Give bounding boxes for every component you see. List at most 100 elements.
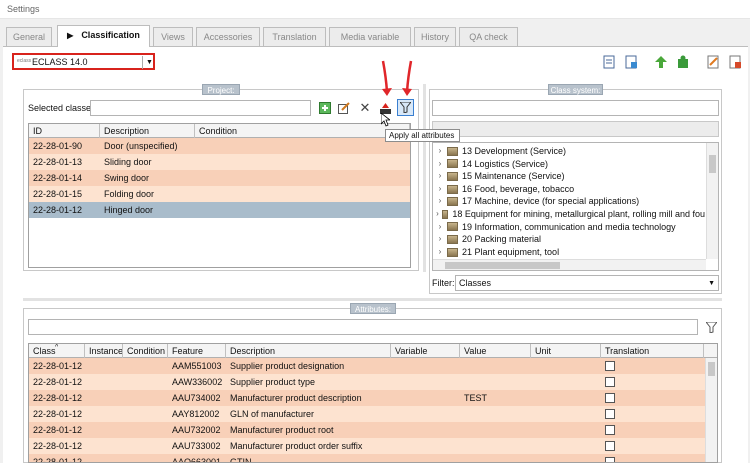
translation-checkbox[interactable] (605, 377, 615, 387)
table-row-selected[interactable]: 22-28-01-12 Hinged door (29, 202, 410, 218)
column-header-feature[interactable]: Feature (168, 344, 226, 358)
cell-value[interactable] (460, 374, 531, 390)
add-class-icon[interactable] (317, 100, 333, 116)
cell-unit[interactable] (531, 358, 601, 374)
tree-horizontal-scrollbar[interactable] (433, 259, 706, 270)
tab-qa-check[interactable]: QA check (459, 27, 518, 46)
tab-history[interactable]: History (414, 27, 456, 46)
filter-select[interactable]: Classes ▼ (455, 275, 719, 291)
puzzle-icon[interactable] (675, 54, 691, 70)
selected-classes-input[interactable] (90, 100, 311, 116)
filter-icon[interactable] (703, 319, 719, 335)
tree-item[interactable]: › 15 Maintenance (Service) (435, 170, 705, 183)
column-header-condition[interactable]: Condition (123, 344, 168, 358)
cell-variable[interactable] (391, 374, 460, 390)
vertical-splitter[interactable] (423, 84, 426, 272)
settings-doc-icon[interactable] (727, 54, 743, 70)
cell-unit[interactable] (531, 406, 601, 422)
table-row[interactable]: 22-28-01-12 AAM551003 Supplier product des… (29, 358, 717, 374)
expand-icon[interactable]: › (435, 195, 445, 208)
cell-unit[interactable] (531, 374, 601, 390)
table-row[interactable]: 22-28-01-12 AAY812002 GLN of manufacturer (29, 406, 717, 422)
delete-class-icon[interactable]: ✕ (357, 100, 373, 116)
column-header-unit[interactable]: Unit (531, 344, 601, 358)
table-row[interactable]: 22-28-01-14 Swing door (29, 170, 410, 186)
tree-item[interactable]: › 18 Equipment for mining, metallurgical … (435, 208, 705, 221)
class-search-input[interactable] (432, 100, 719, 116)
translation-checkbox[interactable] (605, 409, 615, 419)
tab-classification[interactable]: ▶ Classification (57, 25, 150, 47)
cell-unit[interactable] (531, 390, 601, 406)
column-header-variable[interactable]: Variable (391, 344, 460, 358)
scrollbar-thumb[interactable] (708, 362, 715, 376)
column-header-instance[interactable]: Instance (85, 344, 123, 358)
scrollbar-thumb[interactable] (709, 155, 716, 173)
cell-unit[interactable] (531, 454, 601, 462)
cell-variable[interactable] (391, 422, 460, 438)
expand-icon[interactable]: › (435, 158, 445, 171)
table-row[interactable]: 22-28-01-12 AAU734002 Manufacturer product… (29, 390, 717, 406)
expand-icon[interactable]: › (435, 233, 445, 246)
expand-icon[interactable]: › (435, 183, 445, 196)
translation-checkbox[interactable] (605, 393, 615, 403)
export-icon[interactable] (623, 54, 639, 70)
tree-item[interactable]: › 20 Packing material (435, 233, 705, 246)
column-header-translation[interactable]: Translation (601, 344, 704, 358)
class-up-icon[interactable] (653, 54, 669, 70)
table-row[interactable]: 22-28-01-90 Door (unspecified) (29, 138, 410, 154)
import-icon[interactable] (601, 54, 617, 70)
filter-attributes-icon[interactable] (397, 99, 414, 116)
expand-icon[interactable]: › (435, 145, 445, 158)
expand-icon[interactable]: › (435, 221, 445, 234)
table-row[interactable]: 22-28-01-13 Sliding door (29, 154, 410, 170)
expand-icon[interactable]: › (435, 246, 445, 259)
horizontal-splitter[interactable] (23, 298, 722, 301)
column-header-value[interactable]: Value (460, 344, 531, 358)
column-header-description[interactable]: Description (226, 344, 391, 358)
expand-icon[interactable]: › (435, 170, 445, 183)
translation-checkbox[interactable] (605, 457, 615, 462)
tree-item[interactable]: › 16 Food, beverage, tobacco (435, 183, 705, 196)
cell-variable[interactable] (391, 438, 460, 454)
dropdown-arrow-icon[interactable]: ▼ (708, 277, 715, 290)
tree-vertical-scrollbar[interactable] (706, 143, 718, 259)
expand-icon[interactable]: › (435, 208, 440, 221)
dropdown-arrow-icon[interactable]: ▼ (142, 56, 155, 69)
attributes-vertical-scrollbar[interactable] (705, 358, 717, 462)
cell-value[interactable] (460, 406, 531, 422)
report-icon[interactable] (705, 54, 721, 70)
table-row[interactable]: 22-28-01-12 AAU732002 Manufacturer product… (29, 422, 717, 438)
table-row[interactable]: 22-28-01-12 AAW336002 Supplier product typ… (29, 374, 717, 390)
tab-general[interactable]: General (6, 27, 52, 46)
cell-value[interactable] (460, 422, 531, 438)
cell-variable[interactable] (391, 406, 460, 422)
tab-views[interactable]: Views (153, 27, 193, 46)
translation-checkbox[interactable] (605, 425, 615, 435)
cell-variable[interactable] (391, 390, 460, 406)
column-header-condition[interactable]: Condition (195, 124, 410, 138)
tree-item[interactable]: › 14 Logistics (Service) (435, 158, 705, 171)
cell-variable[interactable] (391, 454, 460, 462)
cell-value[interactable] (460, 358, 531, 374)
tab-translation[interactable]: Translation (263, 27, 326, 46)
scrollbar-thumb[interactable] (445, 262, 560, 269)
translation-checkbox[interactable] (605, 441, 615, 451)
column-header-description[interactable]: Description (100, 124, 195, 138)
table-row[interactable]: 22-28-01-15 Folding door (29, 186, 410, 202)
classification-system-select[interactable]: eclass ECLASS 14.0 ▼ (12, 53, 155, 70)
cell-variable[interactable] (391, 358, 460, 374)
cell-unit[interactable] (531, 422, 601, 438)
cell-value[interactable]: TEST (460, 390, 531, 406)
translation-checkbox[interactable] (605, 361, 615, 371)
tree-item[interactable]: › 17 Machine, device (for special applica… (435, 195, 705, 208)
tab-accessories[interactable]: Accessories (196, 27, 260, 46)
table-row[interactable]: 22-28-01-12 AAO663001 GTIN (29, 454, 717, 462)
tab-media-variable[interactable]: Media variable (329, 27, 411, 46)
attributes-search-input[interactable] (28, 319, 698, 335)
tree-item[interactable]: › 13 Development (Service) (435, 145, 705, 158)
tree-item[interactable]: › 21 Plant equipment, tool (435, 246, 705, 259)
table-row[interactable]: 22-28-01-12 AAU733002 Manufacturer product… (29, 438, 717, 454)
cell-value[interactable] (460, 454, 531, 462)
column-header-class[interactable]: Class ^ (29, 344, 85, 358)
cell-value[interactable] (460, 438, 531, 454)
